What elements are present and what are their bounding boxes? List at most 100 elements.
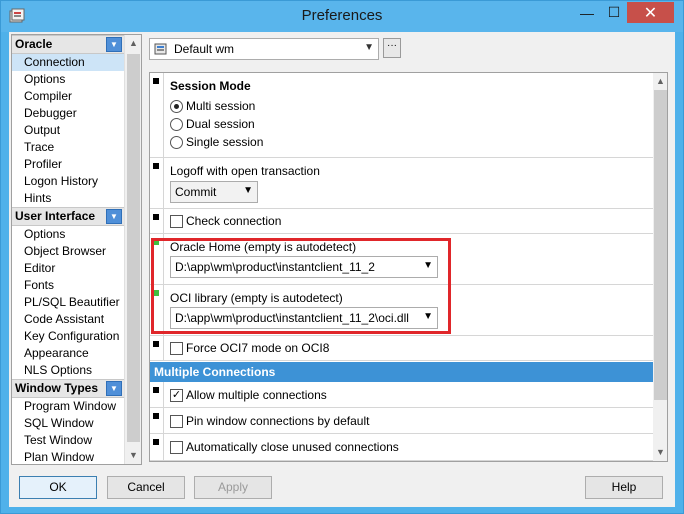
nav-item-trace[interactable]: Trace xyxy=(12,139,124,156)
force-oci7-checkbox[interactable]: Force OCI7 mode on OCI8 xyxy=(170,340,329,356)
profile-value: Default wm xyxy=(174,42,235,56)
nav-item-options[interactable]: Options xyxy=(12,71,124,88)
nav-item-debugger[interactable]: Debugger xyxy=(12,105,124,122)
minimize-button[interactable]: — xyxy=(573,2,601,23)
nav-group-label: Window Types xyxy=(15,381,99,395)
check-connection-checkbox[interactable]: Check connection xyxy=(170,213,281,229)
nav-item-compiler[interactable]: Compiler xyxy=(12,88,124,105)
chevron-down-icon[interactable]: ▼ xyxy=(106,381,122,396)
logoff-row: Logoff with open transaction Commit ▼ xyxy=(150,158,653,209)
logoff-select[interactable]: Commit ▼ xyxy=(170,181,258,203)
multiple-connections-header: Multiple Connections xyxy=(150,362,653,382)
radio-icon[interactable] xyxy=(170,135,183,149)
nav-item-sql-window[interactable]: SQL Window xyxy=(12,415,124,432)
setting-marker-icon xyxy=(153,214,159,220)
oci-library-row: OCI library (empty is autodetect) D:\app… xyxy=(150,285,653,336)
radio-multi-session[interactable]: Multi session xyxy=(170,98,255,114)
allow-multiple-checkbox[interactable]: ✓ Allow multiple connections xyxy=(170,387,327,403)
setting-marker-icon xyxy=(153,439,159,445)
nav-item-profiler[interactable]: Profiler xyxy=(12,156,124,173)
nav-group-window-types[interactable]: Window Types ▼ xyxy=(12,379,124,398)
settings-scrollbar[interactable]: ▲ ▼ xyxy=(653,73,667,461)
apply-button[interactable]: Apply xyxy=(194,476,272,499)
chevron-down-icon[interactable]: ▼ xyxy=(423,311,433,322)
chevron-down-icon[interactable]: ▼ xyxy=(106,209,122,224)
nav-item-program-window[interactable]: Program Window xyxy=(12,398,124,415)
nav-scrollbar[interactable]: ▲ ▼ xyxy=(124,35,141,464)
chevron-down-icon[interactable]: ▼ xyxy=(423,260,433,271)
nav-item-nls-options[interactable]: NLS Options xyxy=(12,362,124,379)
cancel-button[interactable]: Cancel xyxy=(107,476,185,499)
checkbox-icon[interactable] xyxy=(170,214,183,228)
auto-close-checkbox[interactable]: Automatically close unused connections xyxy=(170,439,399,455)
checkbox-icon[interactable] xyxy=(170,414,183,428)
profile-select[interactable]: Default wm ▼ xyxy=(149,38,379,60)
dialog-client-area: Oracle ▼ Connection Options Compiler Deb… xyxy=(9,32,675,507)
preferences-nav: Oracle ▼ Connection Options Compiler Deb… xyxy=(11,34,142,465)
checkmark-icon[interactable]: ✓ xyxy=(170,388,183,402)
logoff-value: Commit xyxy=(175,185,217,199)
logoff-label: Logoff with open transaction xyxy=(170,164,320,178)
oracle-home-row: Oracle Home (empty is autodetect) D:\app… xyxy=(150,234,653,285)
radio-label: Multi session xyxy=(186,99,256,113)
scroll-up-icon[interactable]: ▲ xyxy=(653,73,667,90)
checkbox-label: Allow multiple connections xyxy=(186,388,327,402)
oci-library-label: OCI library (empty is autodetect) xyxy=(170,291,343,305)
profile-more-button[interactable]: ··· xyxy=(383,38,401,58)
scroll-down-icon[interactable]: ▼ xyxy=(653,444,667,461)
nav-item-output[interactable]: Output xyxy=(12,122,124,139)
checkbox-label: Pin window connections by default xyxy=(186,414,370,428)
checkbox-label: Force OCI7 mode on OCI8 xyxy=(186,341,330,355)
pin-connections-checkbox[interactable]: Pin window connections by default xyxy=(170,413,369,429)
radio-label: Single session xyxy=(186,135,264,149)
nav-item-logon-history[interactable]: Logon History xyxy=(12,173,124,190)
radio-dual-session[interactable]: Dual session xyxy=(170,116,255,132)
nav-group-user-interface[interactable]: User Interface ▼ xyxy=(12,207,124,226)
oracle-home-value: D:\app\wm\product\instantclient_11_2 xyxy=(175,260,375,274)
scroll-up-icon[interactable]: ▲ xyxy=(125,35,141,52)
checkbox-icon[interactable] xyxy=(170,440,183,454)
nav-group-label: Oracle xyxy=(15,37,53,51)
setting-marker-icon xyxy=(153,341,159,347)
chevron-down-icon[interactable]: ▼ xyxy=(364,42,374,53)
radio-icon[interactable] xyxy=(170,117,183,131)
checkbox-label: Check connection xyxy=(186,214,282,228)
nav-item-fonts[interactable]: Fonts xyxy=(12,277,124,294)
radio-selected-icon[interactable] xyxy=(170,99,183,113)
maximize-button[interactable]: ☐ xyxy=(601,2,627,23)
nav-item-hints[interactable]: Hints xyxy=(12,190,124,207)
nav-item-appearance[interactable]: Appearance xyxy=(12,345,124,362)
nav-item-object-browser[interactable]: Object Browser xyxy=(12,243,124,260)
scrollbar-thumb[interactable] xyxy=(654,90,667,400)
nav-item-code-assistant[interactable]: Code Assistant xyxy=(12,311,124,328)
nav-item-key-configuration[interactable]: Key Configuration xyxy=(12,328,124,345)
preferences-window: Preferences — ☐ ✕ Oracle ▼ Connection Op… xyxy=(0,0,684,514)
nav-group-oracle[interactable]: Oracle ▼ xyxy=(12,35,124,54)
nav-item-editor[interactable]: Editor xyxy=(12,260,124,277)
close-button[interactable]: ✕ xyxy=(627,2,674,23)
allow-multiple-row: ✓ Allow multiple connections xyxy=(150,382,653,408)
checkbox-icon[interactable] xyxy=(170,341,183,355)
session-mode-row: Session Mode Multi session Dual session … xyxy=(150,73,653,158)
session-mode-heading: Session Mode xyxy=(170,79,251,93)
title-bar[interactable]: Preferences — ☐ ✕ xyxy=(1,1,683,32)
chevron-down-icon[interactable]: ▼ xyxy=(243,185,253,196)
scroll-down-icon[interactable]: ▼ xyxy=(125,447,141,464)
nav-item-connection[interactable]: Connection xyxy=(12,54,124,71)
radio-single-session[interactable]: Single session xyxy=(170,134,263,150)
oci-library-field[interactable]: D:\app\wm\product\instantclient_11_2\oci… xyxy=(170,307,438,329)
setting-marker-icon xyxy=(153,413,159,419)
ok-button[interactable]: OK xyxy=(19,476,97,499)
setting-marker-icon xyxy=(153,163,159,169)
help-button[interactable]: Help xyxy=(585,476,663,499)
chevron-down-icon[interactable]: ▼ xyxy=(106,37,122,52)
nav-item-plan-window[interactable]: Plan Window xyxy=(12,449,124,464)
nav-item-ui-options[interactable]: Options xyxy=(12,226,124,243)
nav-item-test-window[interactable]: Test Window xyxy=(12,432,124,449)
scrollbar-thumb[interactable] xyxy=(127,54,140,442)
profile-icon xyxy=(154,43,167,55)
oracle-home-field[interactable]: D:\app\wm\product\instantclient_11_2 ▼ xyxy=(170,256,438,278)
check-connection-row: Check connection xyxy=(150,209,653,234)
nav-item-plsql-beautifier[interactable]: PL/SQL Beautifier xyxy=(12,294,124,311)
setting-marker-icon xyxy=(153,78,159,84)
